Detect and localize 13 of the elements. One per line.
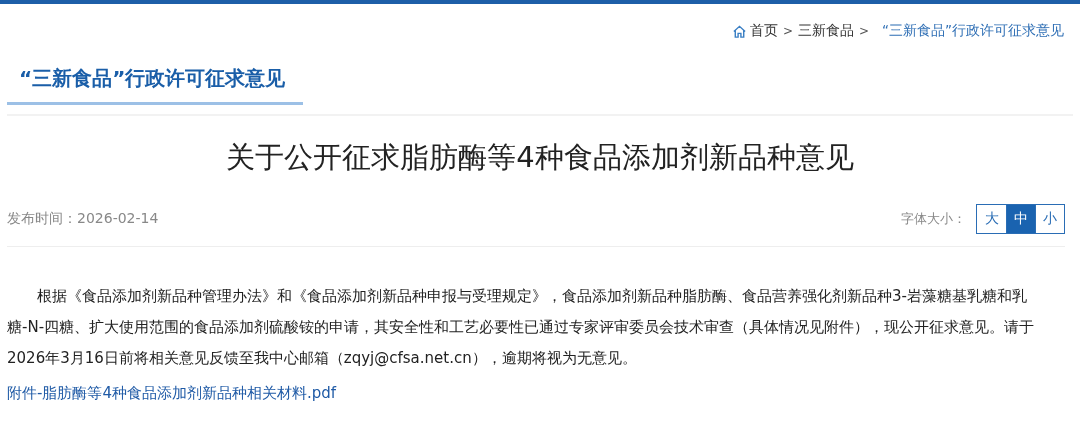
font-size-label: 字体大小：: [901, 210, 966, 228]
section-title: “三新食品”行政许可征求意见: [7, 57, 303, 105]
breadcrumb-separator: >: [782, 24, 793, 38]
breadcrumb-link[interactable]: 首页: [749, 22, 778, 40]
home-icon[interactable]: [731, 23, 747, 39]
breadcrumb-link[interactable]: “三新食品”行政许可征求意见: [882, 22, 1064, 40]
publish-date: 发布时间：2026-02-14: [7, 210, 159, 228]
breadcrumb-separator: >: [858, 24, 869, 38]
article-paragraph: 根据《食品添加剂新品种管理办法》和《食品添加剂新品种申报与受理规定》，食品添加剂新品种脂肪酶、食品营养强化剂新品种3-岩藻糖基乳糖和乳糖-N-四糖、扩大使用范围的食品添加剂硫酸铵的申请，其安全性和工艺必要性已通过专家评审委员会技术审查（具体情况见附件），现公开征求意见。请于2026年3月16日前将相关意见反馈至我中心邮箱（zqyj@cfsa.net.cn），逾期将视为无意见。: [7, 286, 1036, 369]
breadcrumb-link[interactable]: 三新食品: [797, 22, 854, 40]
font-size-button[interactable]: 中: [1006, 205, 1035, 233]
attachment-link[interactable]: 附件-脂肪酶等4种食品添加剂新品种相关材料.pdf: [7, 384, 337, 403]
article-title: 关于公开征求脂肪酶等4种食品添加剂新品种意见: [225, 139, 855, 176]
